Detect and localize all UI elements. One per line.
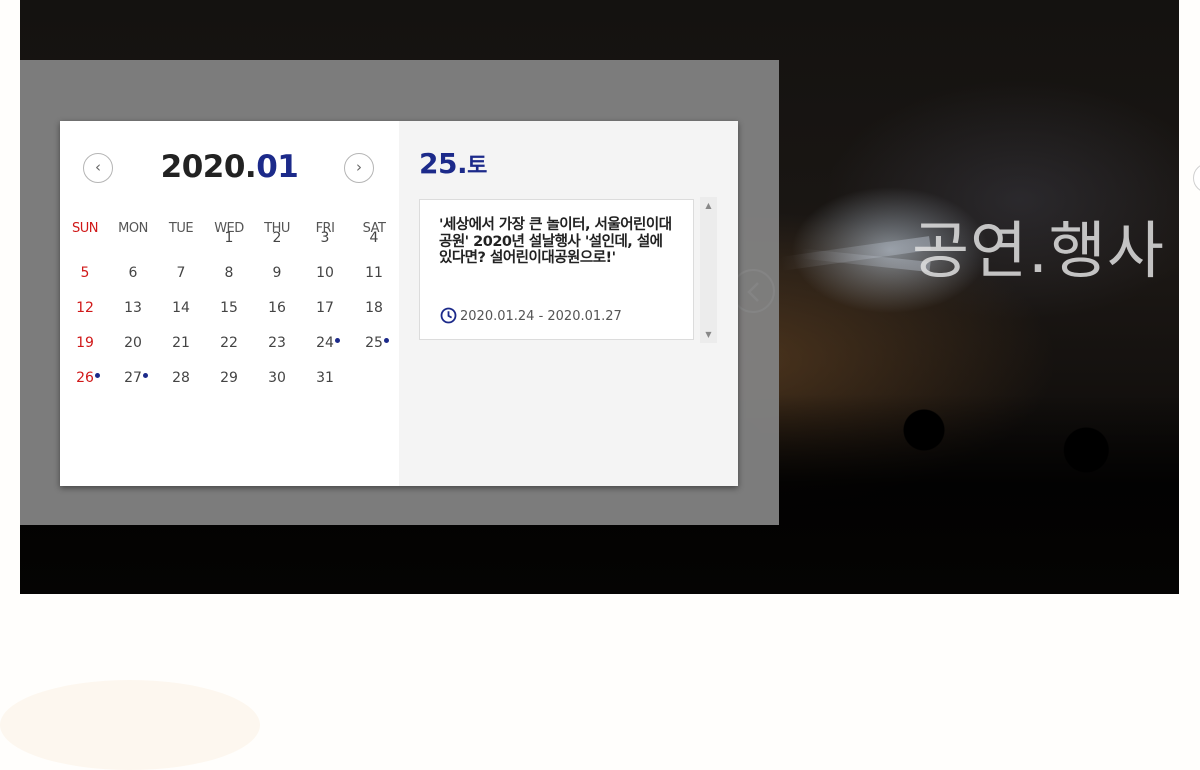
day-number: 27 (124, 370, 142, 386)
calendar-day[interactable]: 6 (109, 256, 157, 291)
calendar-day[interactable]: 25 (350, 326, 398, 361)
calendar-day[interactable]: 18 (350, 291, 398, 326)
event-list: '세상에서 가장 큰 놀이터, 서울어린이대공원' 2020년 설날행사 '설인… (419, 197, 717, 343)
day-number: 16 (268, 300, 286, 316)
calendar-day[interactable]: 26 (61, 361, 109, 396)
calendar-day[interactable]: 4 (350, 221, 398, 256)
day-number: 26 (76, 370, 94, 386)
calendar-day[interactable]: 19 (61, 326, 109, 361)
decorative-shape (0, 680, 260, 770)
event-panel: 25.토 '세상에서 가장 큰 놀이터, 서울어린이대공원' 2020년 설날행… (399, 121, 738, 486)
day-number: 10 (316, 265, 334, 281)
day-number: 17 (316, 300, 334, 316)
calendar-day[interactable]: 1 (205, 221, 253, 256)
event-dot-icon (95, 373, 100, 378)
day-number: 8 (224, 265, 234, 281)
day-number: 11 (365, 265, 383, 281)
hero-title: 공연.행사 (912, 214, 1165, 287)
selected-day: 25. (419, 147, 468, 180)
calendar-grid: SUN MON TUE WED THU FRI SAT 1 2 3 4 5 6 7 8 9 10 11 12 13 1… (60, 221, 399, 386)
weekday-tue: TUE (168, 221, 194, 236)
event-scrollbar[interactable]: ▲ ▼ (700, 197, 717, 343)
day-number: 1 (224, 230, 234, 246)
clock-icon (440, 307, 457, 324)
day-number: 21 (172, 335, 190, 351)
day-number: 20 (124, 335, 142, 351)
calendar: ‹ 2020.01 › SUN MON TUE WED THU FRI SAT 123456… (60, 121, 399, 486)
calendar-day[interactable]: 5 (61, 256, 109, 291)
month-label: 01 (256, 149, 299, 185)
day-number: 13 (124, 300, 142, 316)
day-number: 15 (220, 300, 238, 316)
calendar-day[interactable]: 3 (301, 221, 349, 256)
calendar-day[interactable]: 22 (205, 326, 253, 361)
calendar-day[interactable]: 29 (205, 361, 253, 396)
day-number: 9 (272, 265, 282, 281)
calendar-day[interactable]: 11 (350, 256, 398, 291)
calendar-day[interactable]: 10 (301, 256, 349, 291)
calendar-day[interactable]: 16 (253, 291, 301, 326)
day-number: 3 (320, 230, 330, 246)
day-number: 19 (76, 335, 94, 351)
day-number: 22 (220, 335, 238, 351)
day-number: 23 (268, 335, 286, 351)
calendar-day[interactable]: 24 (301, 326, 349, 361)
weekday-sun: SUN (72, 221, 99, 236)
calendar-overlay: ‹ 2020.01 › SUN MON TUE WED THU FRI SAT 123456… (20, 60, 779, 525)
day-number: 5 (80, 265, 90, 281)
event-dot-icon (384, 338, 389, 343)
day-number: 24 (316, 335, 334, 351)
calendar-day[interactable]: 21 (157, 326, 205, 361)
scroll-down-arrow[interactable]: ▼ (700, 326, 717, 343)
calendar-day[interactable]: 20 (109, 326, 157, 361)
day-number: 4 (369, 230, 379, 246)
calendar-day[interactable]: 14 (157, 291, 205, 326)
calendar-day[interactable]: 30 (253, 361, 301, 396)
day-number: 30 (268, 370, 286, 386)
calendar-day[interactable]: 2 (253, 221, 301, 256)
selected-weekday: 토 (467, 154, 487, 179)
event-title: '세상에서 가장 큰 놀이터, 서울어린이대공원' 2020년 설날행사 '설인… (439, 217, 672, 266)
day-number: 7 (176, 265, 186, 281)
event-dot-icon (335, 338, 340, 343)
event-dot-icon (143, 373, 148, 378)
calendar-day[interactable]: 15 (205, 291, 253, 326)
day-number: 28 (172, 370, 190, 386)
day-number: 31 (316, 370, 334, 386)
day-number: 18 (365, 300, 383, 316)
calendar-day[interactable]: 28 (157, 361, 205, 396)
year-label: 2020. (160, 149, 257, 185)
day-number: 14 (172, 300, 190, 316)
calendar-day[interactable]: 31 (301, 361, 349, 396)
next-month-button[interactable]: › (344, 153, 374, 183)
calendar-day[interactable]: 23 (253, 326, 301, 361)
calendar-day[interactable]: 12 (61, 291, 109, 326)
day-number: 2 (272, 230, 282, 246)
calendar-day[interactable]: 13 (109, 291, 157, 326)
day-number: 25 (365, 335, 383, 351)
weekday-mon: MON (118, 221, 148, 236)
calendar-day[interactable]: 7 (157, 256, 205, 291)
event-card[interactable]: '세상에서 가장 큰 놀이터, 서울어린이대공원' 2020년 설날행사 '설인… (419, 199, 694, 340)
selected-date: 25.토 (419, 147, 487, 180)
calendar-day[interactable]: 8 (205, 256, 253, 291)
scroll-up-arrow[interactable]: ▲ (700, 197, 717, 214)
event-period-text: 2020.01.24 - 2020.01.27 (460, 309, 622, 324)
calendar-day[interactable]: 9 (253, 256, 301, 291)
day-number: 6 (128, 265, 138, 281)
calendar-day[interactable]: 17 (301, 291, 349, 326)
next-button-peek[interactable] (1193, 163, 1200, 193)
day-number: 29 (220, 370, 238, 386)
calendar-card: ‹ 2020.01 › SUN MON TUE WED THU FRI SAT 123456… (60, 121, 738, 486)
calendar-day[interactable]: 27 (109, 361, 157, 396)
day-number: 12 (76, 300, 94, 316)
event-period: 2020.01.24 - 2020.01.27 (440, 307, 622, 324)
